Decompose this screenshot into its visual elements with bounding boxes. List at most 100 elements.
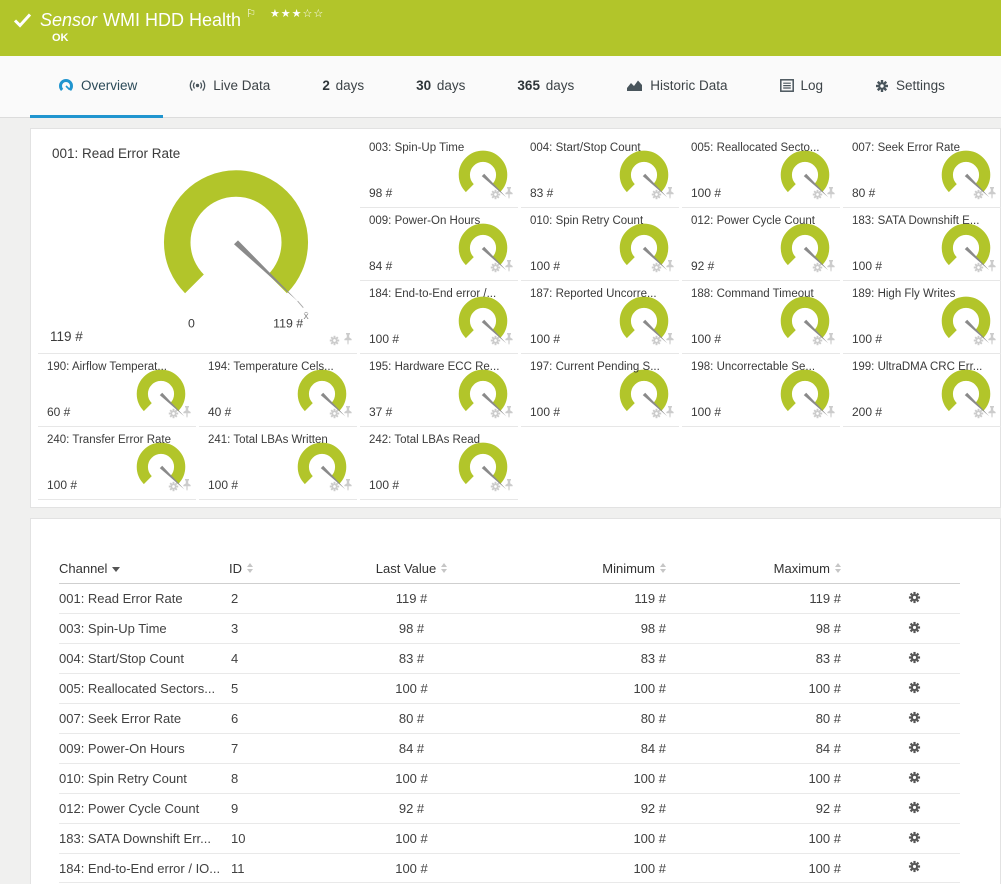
table-row[interactable]: 003: Spin-Up Time398 #98 #98 # bbox=[59, 613, 960, 643]
channel-settings-gear-icon[interactable] bbox=[869, 651, 959, 667]
gauge-cell[interactable]: 010: Spin Retry Count 100 # bbox=[521, 208, 679, 281]
gauge-settings-gear-icon[interactable] bbox=[490, 187, 501, 205]
gauge-settings-gear-icon[interactable] bbox=[651, 260, 662, 278]
tab-2-days[interactable]: 2 days bbox=[296, 56, 390, 118]
channel-settings-gear-icon[interactable] bbox=[869, 831, 959, 847]
gauge-settings-gear-icon[interactable] bbox=[490, 479, 501, 497]
gauge-settings-gear-icon[interactable] bbox=[490, 406, 501, 424]
gauge-cell[interactable]: 240: Transfer Error Rate 100 # bbox=[38, 427, 196, 500]
gauge-settings-gear-icon[interactable] bbox=[812, 260, 823, 278]
tab-settings[interactable]: Settings bbox=[849, 56, 971, 118]
gauge-cell[interactable]: 194: Temperature Cels... 40 # bbox=[199, 354, 357, 427]
gauge-pin-icon[interactable] bbox=[182, 406, 192, 424]
column-header-channel[interactable]: Channel bbox=[59, 561, 229, 576]
cell-channel[interactable]: 003: Spin-Up Time bbox=[59, 621, 229, 636]
gauge-settings-gear-icon[interactable] bbox=[973, 333, 984, 351]
gauge-pin-icon[interactable] bbox=[504, 187, 514, 205]
gauge-cell[interactable]: 003: Spin-Up Time 98 # bbox=[360, 135, 518, 208]
channel-settings-gear-icon[interactable] bbox=[869, 681, 959, 697]
table-row[interactable]: 004: Start/Stop Count483 #83 #83 # bbox=[59, 643, 960, 673]
channel-settings-gear-icon[interactable] bbox=[869, 801, 959, 817]
gauge-pin-icon[interactable] bbox=[665, 406, 675, 424]
gauge-settings-gear-icon[interactable] bbox=[329, 333, 340, 351]
cell-channel[interactable]: 010: Spin Retry Count bbox=[59, 771, 229, 786]
gauge-settings-gear-icon[interactable] bbox=[651, 406, 662, 424]
gauge-pin-icon[interactable] bbox=[504, 406, 514, 424]
gauge-cell[interactable]: 005: Reallocated Secto... 100 # bbox=[682, 135, 840, 208]
gauge-cell[interactable]: 187: Reported Uncorre... 100 # bbox=[521, 281, 679, 354]
table-row[interactable]: 009: Power-On Hours784 #84 #84 # bbox=[59, 733, 960, 763]
gauge-pin-icon[interactable] bbox=[343, 333, 353, 351]
tab-365-days[interactable]: 365 days bbox=[491, 56, 600, 118]
tab-historic-data[interactable]: Historic Data bbox=[600, 56, 753, 118]
table-row[interactable]: 010: Spin Retry Count8100 #100 #100 # bbox=[59, 763, 960, 793]
gauge-pin-icon[interactable] bbox=[504, 260, 514, 278]
gauge-pin-icon[interactable] bbox=[182, 479, 192, 497]
gauge-cell[interactable]: 197: Current Pending S... 100 # bbox=[521, 354, 679, 427]
flag-icon[interactable]: ⚐ bbox=[246, 7, 256, 20]
gauge-pin-icon[interactable] bbox=[665, 260, 675, 278]
gauge-pin-icon[interactable] bbox=[343, 406, 353, 424]
gauge-settings-gear-icon[interactable] bbox=[490, 333, 501, 351]
gauge-cell[interactable]: 009: Power-On Hours 84 # bbox=[360, 208, 518, 281]
gauge-cell[interactable]: 184: End-to-End error /... 100 # bbox=[360, 281, 518, 354]
gauge-pin-icon[interactable] bbox=[826, 333, 836, 351]
tab-log[interactable]: Log bbox=[754, 56, 850, 118]
channel-settings-gear-icon[interactable] bbox=[869, 711, 959, 727]
gauge-settings-gear-icon[interactable] bbox=[973, 187, 984, 205]
cell-channel[interactable]: 184: End-to-End error / IO... bbox=[59, 861, 229, 876]
gauge-pin-icon[interactable] bbox=[987, 187, 997, 205]
channel-settings-gear-icon[interactable] bbox=[869, 771, 959, 787]
channel-settings-gear-icon[interactable] bbox=[869, 621, 959, 637]
gauge-pin-icon[interactable] bbox=[504, 333, 514, 351]
gauge-pin-icon[interactable] bbox=[826, 260, 836, 278]
gauge-settings-gear-icon[interactable] bbox=[329, 479, 340, 497]
cell-channel[interactable]: 005: Reallocated Sectors... bbox=[59, 681, 229, 696]
column-header-last-value[interactable]: Last Value bbox=[324, 561, 499, 576]
gauge-cell[interactable]: 242: Total LBAs Read 100 # bbox=[360, 427, 518, 500]
gauge-settings-gear-icon[interactable] bbox=[812, 187, 823, 205]
table-row[interactable]: 012: Power Cycle Count992 #92 #92 # bbox=[59, 793, 960, 823]
gauge-cell[interactable]: 012: Power Cycle Count 92 # bbox=[682, 208, 840, 281]
tab-30-days[interactable]: 30 days bbox=[390, 56, 491, 118]
cell-channel[interactable]: 012: Power Cycle Count bbox=[59, 801, 229, 816]
gauge-settings-gear-icon[interactable] bbox=[973, 406, 984, 424]
table-row[interactable]: 184: End-to-End error / IO...11100 #100 … bbox=[59, 853, 960, 883]
gauge-settings-gear-icon[interactable] bbox=[651, 333, 662, 351]
gauge-settings-gear-icon[interactable] bbox=[812, 333, 823, 351]
gauge-settings-gear-icon[interactable] bbox=[651, 187, 662, 205]
gauge-cell[interactable]: 198: Uncorrectable Se... 100 # bbox=[682, 354, 840, 427]
gauge-pin-icon[interactable] bbox=[987, 260, 997, 278]
gauge-cell[interactable]: 183: SATA Downshift E... 100 # bbox=[843, 208, 1001, 281]
column-header-maximum[interactable]: Maximum bbox=[694, 561, 869, 576]
table-row[interactable]: 005: Reallocated Sectors...5100 #100 #10… bbox=[59, 673, 960, 703]
priority-stars[interactable]: ★★★☆☆ bbox=[270, 7, 324, 20]
gauge-cell[interactable]: 190: Airflow Temperat... 60 # bbox=[38, 354, 196, 427]
gauge-pin-icon[interactable] bbox=[665, 187, 675, 205]
tab-overview[interactable]: Overview bbox=[30, 56, 163, 118]
gauge-cell[interactable]: 007: Seek Error Rate 80 # bbox=[843, 135, 1001, 208]
gauge-pin-icon[interactable] bbox=[987, 406, 997, 424]
column-header-id[interactable]: ID bbox=[229, 561, 324, 576]
gauge-pin-icon[interactable] bbox=[826, 187, 836, 205]
table-row[interactable]: 183: SATA Downshift Err...10100 #100 #10… bbox=[59, 823, 960, 853]
gauge-cell[interactable]: 188: Command Timeout 100 # bbox=[682, 281, 840, 354]
gauge-cell[interactable]: 189: High Fly Writes 100 # bbox=[843, 281, 1001, 354]
gauge-settings-gear-icon[interactable] bbox=[812, 406, 823, 424]
gauge-settings-gear-icon[interactable] bbox=[168, 406, 179, 424]
gauge-pin-icon[interactable] bbox=[343, 479, 353, 497]
gauge-cell[interactable]: 241: Total LBAs Written 100 # bbox=[199, 427, 357, 500]
cell-channel[interactable]: 004: Start/Stop Count bbox=[59, 651, 229, 666]
gauge-cell[interactable]: 195: Hardware ECC Re... 37 # bbox=[360, 354, 518, 427]
tab-live-data[interactable]: Live Data bbox=[163, 56, 296, 118]
gauge-cell-primary[interactable]: 001: Read Error Rate x̄ 0 119 # 119 # bbox=[38, 135, 357, 354]
gauge-settings-gear-icon[interactable] bbox=[168, 479, 179, 497]
cell-channel[interactable]: 007: Seek Error Rate bbox=[59, 711, 229, 726]
gauge-cell[interactable]: 004: Start/Stop Count 83 # bbox=[521, 135, 679, 208]
gauge-cell[interactable]: 199: UltraDMA CRC Err... 200 # bbox=[843, 354, 1001, 427]
gauge-settings-gear-icon[interactable] bbox=[329, 406, 340, 424]
gauge-settings-gear-icon[interactable] bbox=[490, 260, 501, 278]
channel-settings-gear-icon[interactable] bbox=[869, 591, 959, 607]
column-header-minimum[interactable]: Minimum bbox=[499, 561, 694, 576]
gauge-pin-icon[interactable] bbox=[826, 406, 836, 424]
